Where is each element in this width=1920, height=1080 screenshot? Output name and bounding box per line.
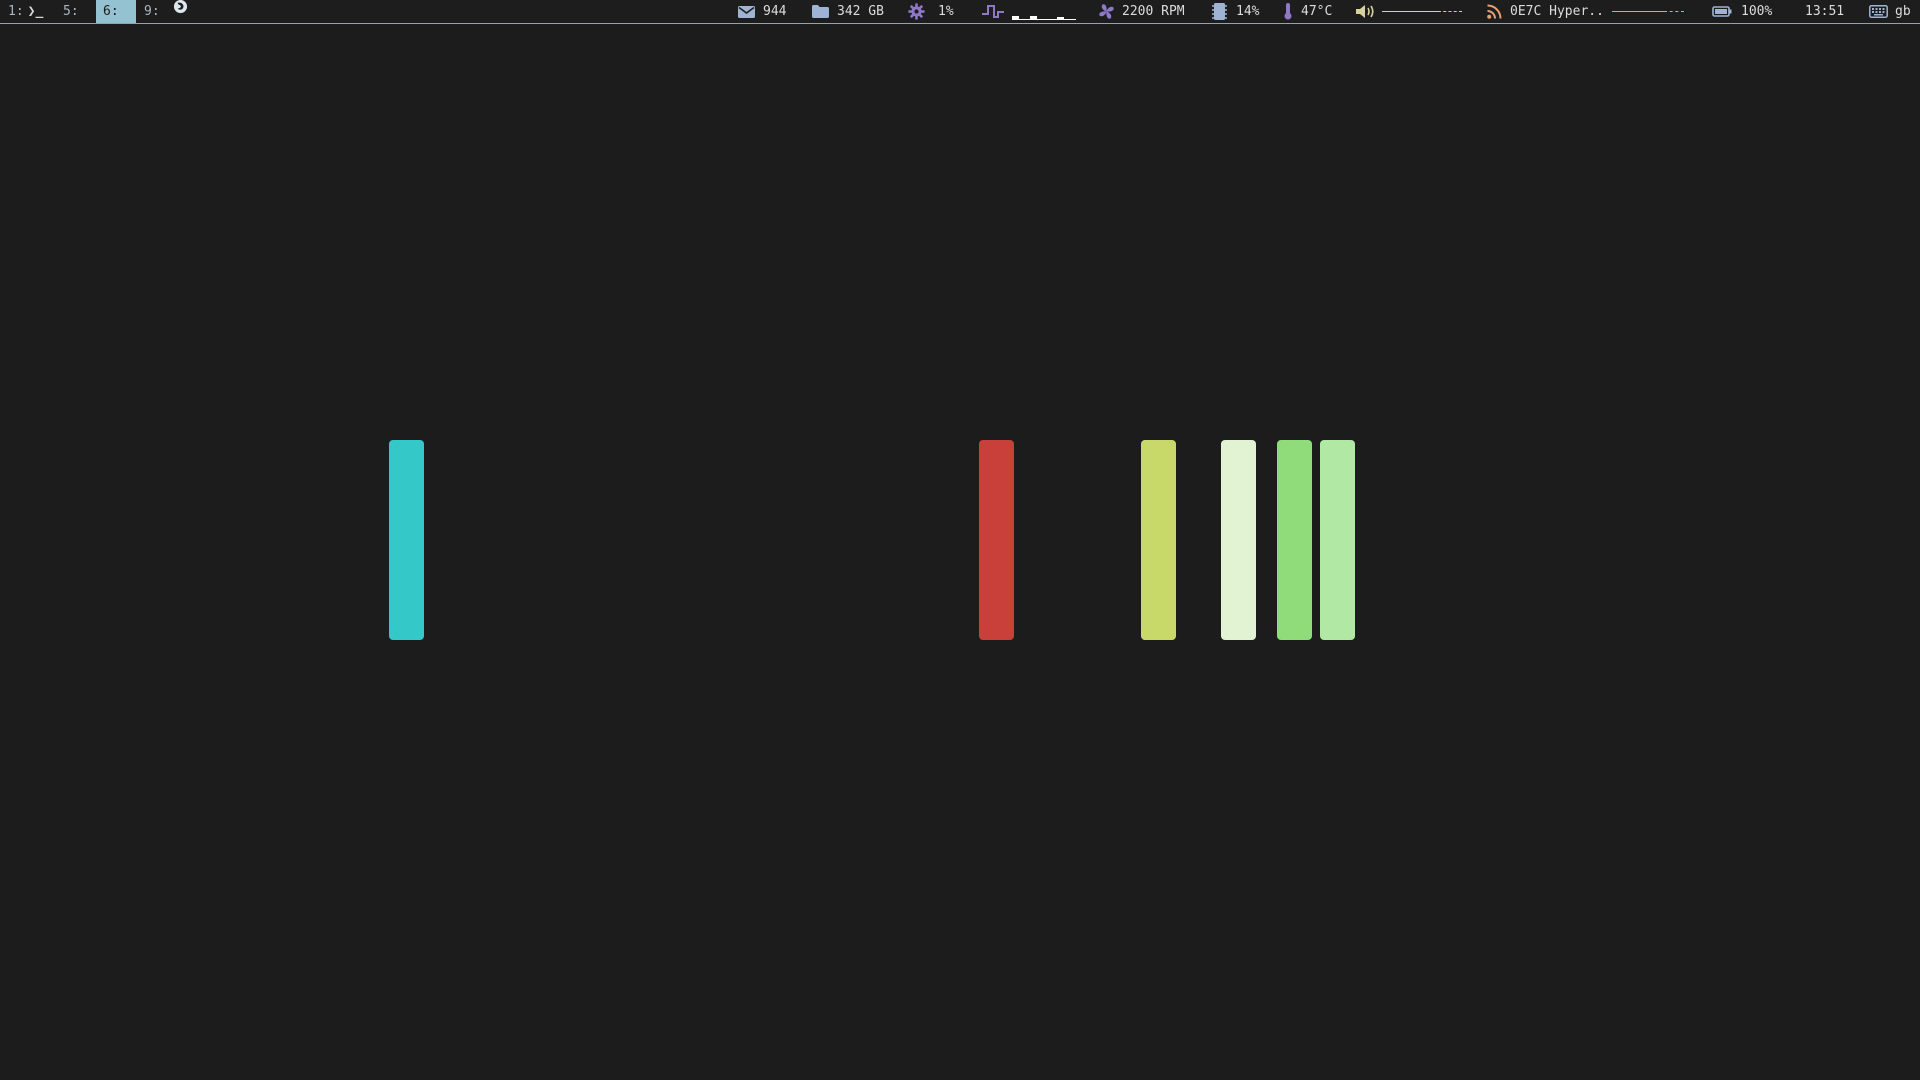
window-cyan[interactable] (389, 440, 424, 640)
memory-usage: 14% (1236, 4, 1260, 19)
disk-module[interactable]: 342 GB (812, 0, 884, 23)
window-red[interactable] (979, 440, 1014, 640)
rss-progress (1611, 0, 1684, 23)
temperature-module[interactable]: 47°C (1283, 0, 1332, 23)
battery-icon (1712, 6, 1732, 17)
clock[interactable]: 13:51 (1805, 0, 1844, 23)
thermometer-icon (1283, 3, 1293, 20)
workspace-5[interactable]: 5: (63, 0, 79, 23)
fan-speed: 2200 RPM (1122, 4, 1185, 19)
fan-module[interactable]: 2200 RPM (1098, 0, 1185, 23)
cpu-usage: 1% (938, 4, 954, 19)
keyboard-layout-module[interactable]: gb (1869, 0, 1911, 23)
keyboard-layout: gb (1895, 4, 1911, 19)
workspace-9[interactable]: 9: (144, 0, 188, 23)
window-light-green[interactable] (1320, 440, 1355, 640)
clock-time: 13:51 (1805, 4, 1845, 19)
cpu-module[interactable]: 1% (908, 0, 954, 23)
mail-icon (738, 5, 755, 18)
network-activity-icon (982, 4, 1004, 20)
desktop (0, 24, 1920, 1080)
sparkline-bar (1048, 19, 1055, 20)
browser-icon (173, 0, 188, 22)
sparkline-bar (1057, 17, 1064, 20)
workspace-9-label: 9: (144, 4, 160, 19)
battery-module[interactable]: 100% (1712, 0, 1772, 23)
mail-count: 944 (763, 4, 787, 19)
rss-module[interactable]: 0E7C Hyper.. (1487, 0, 1684, 23)
network-sparkline (1012, 0, 1076, 23)
memory-module[interactable]: 14% (1212, 0, 1259, 23)
terminal-icon: ❯_ (27, 4, 44, 19)
rss-headline: 0E7C Hyper.. (1510, 4, 1604, 19)
workspace-1-label: 1: (8, 4, 24, 19)
workspace-6-label: 6: (103, 4, 119, 19)
sparkline-bar (1030, 15, 1037, 20)
mail-module[interactable]: 944 (738, 0, 786, 23)
workspace-6[interactable]: 6: (96, 0, 136, 23)
status-bar: 1: ❯_ 5: 6: 9: 944 342 GB 1% 2200 RPM 14… (0, 0, 1920, 24)
window-green[interactable] (1277, 440, 1312, 640)
sparkline-bar (1012, 15, 1019, 20)
folder-icon (812, 5, 829, 18)
workspace-5-label: 5: (63, 4, 79, 19)
memory-icon (1212, 3, 1227, 20)
gear-icon (908, 3, 925, 20)
fan-icon (1098, 3, 1115, 20)
rss-icon (1487, 4, 1502, 19)
temperature-value: 47°C (1301, 4, 1333, 19)
sparkline-bar (1066, 19, 1073, 20)
window-pale-green[interactable] (1221, 440, 1256, 640)
speaker-icon (1356, 4, 1375, 19)
workspace-1[interactable]: 1: ❯_ (8, 0, 43, 23)
window-yellow-green[interactable] (1141, 440, 1176, 640)
disk-free: 342 GB (837, 4, 884, 19)
sparkline-bar (1039, 19, 1046, 20)
network-module[interactable] (982, 0, 1076, 23)
volume-slider[interactable] (1382, 0, 1462, 23)
sparkline-bar (1021, 19, 1028, 20)
keyboard-icon (1869, 5, 1888, 18)
battery-level: 100% (1741, 4, 1773, 19)
volume-module[interactable] (1356, 0, 1462, 23)
